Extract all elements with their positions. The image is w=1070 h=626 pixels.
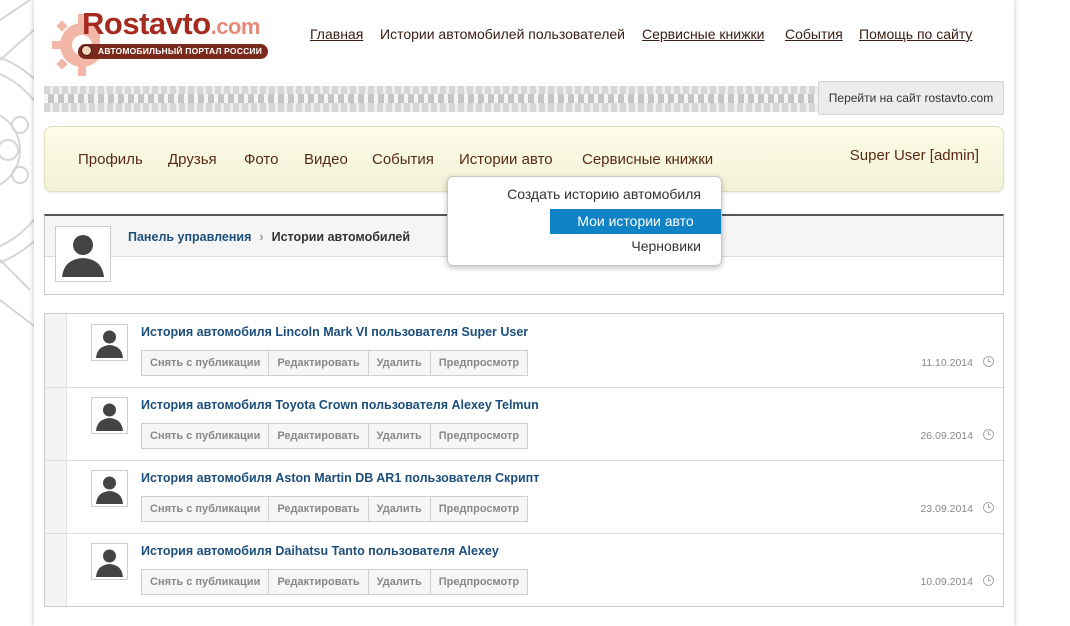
edit-button[interactable]: Редактировать (268, 569, 369, 595)
dropdown-item-my-stories[interactable]: Мои истории авто (550, 209, 721, 234)
dropdown-item-create-story[interactable]: Создать историю автомобиля (507, 186, 701, 202)
breadcrumb-current: Истории автомобилей (271, 230, 411, 244)
menu-item-video[interactable]: Видео (304, 151, 348, 168)
unpublish-button[interactable]: Снять с публикации (141, 350, 270, 376)
story-row: История автомобиля Lincoln Mark VI польз… (45, 314, 1003, 388)
user-silhouette-icon (62, 235, 104, 277)
author-avatar[interactable] (91, 543, 128, 580)
menu-item-profile[interactable]: Профиль (78, 151, 143, 168)
edit-button[interactable]: Редактировать (268, 423, 369, 449)
author-avatar[interactable] (91, 324, 128, 361)
story-actions: Снять с публикации Редактировать Удалить… (141, 423, 529, 449)
story-row: История автомобиля Toyota Crown пользова… (45, 387, 1003, 461)
author-avatar[interactable] (91, 470, 128, 507)
user-silhouette-icon (96, 476, 123, 504)
logo-tagline: АВТОМОБИЛЬНЫЙ ПОРТАЛ РОССИИ (78, 44, 269, 59)
menu-item-friends[interactable]: Друзья (168, 151, 217, 168)
user-avatar[interactable] (55, 226, 111, 282)
logo-wordmark: Rostavto.com (82, 6, 261, 41)
menu-item-service-books[interactable]: Сервисные книжки (582, 151, 713, 168)
topnav-events-link[interactable]: События (785, 26, 843, 42)
clock-icon (983, 429, 994, 440)
clock-icon (983, 575, 994, 586)
story-title-link[interactable]: История автомобиля Aston Martin DB AR1 п… (141, 471, 539, 485)
story-row: История автомобиля Aston Martin DB AR1 п… (45, 460, 1003, 534)
wheel-icon (81, 45, 92, 56)
story-actions: Снять с публикации Редактировать Удалить… (141, 569, 529, 595)
breadcrumb-chevron-icon: › (259, 230, 264, 244)
story-actions: Снять с публикации Редактировать Удалить… (141, 350, 529, 376)
car-stories-list: История автомобиля Lincoln Mark VI польз… (44, 313, 1004, 607)
delete-button[interactable]: Удалить (367, 569, 431, 595)
topnav-service-books-link[interactable]: Сервисные книжки (642, 26, 764, 42)
breadcrumb-control-panel-link[interactable]: Панель управления (128, 230, 251, 244)
preview-button[interactable]: Предпросмотр (429, 423, 529, 449)
user-silhouette-icon (96, 330, 123, 358)
preview-button[interactable]: Предпросмотр (429, 496, 529, 522)
user-silhouette-icon (96, 549, 123, 577)
breadcrumb: Панель управления › Истории автомобилей (128, 230, 410, 244)
clock-icon (983, 356, 994, 367)
preview-button[interactable]: Предпросмотр (429, 569, 529, 595)
delete-button[interactable]: Удалить (367, 423, 431, 449)
story-title-link[interactable]: История автомобиля Daihatsu Tanto пользо… (141, 544, 499, 558)
unpublish-button[interactable]: Снять с публикации (141, 423, 270, 449)
topnav-help-link[interactable]: Помощь по сайту (859, 26, 972, 42)
story-title-link[interactable]: История автомобиля Toyota Crown пользова… (141, 398, 539, 412)
clock-icon (983, 502, 994, 513)
preview-button[interactable]: Предпросмотр (429, 350, 529, 376)
edit-button[interactable]: Редактировать (268, 350, 369, 376)
story-date: 23.09.2014 (920, 503, 973, 515)
unpublish-button[interactable]: Снять с публикации (141, 569, 270, 595)
story-date: 26.09.2014 (920, 430, 973, 442)
tire-tread-decoration (44, 86, 818, 112)
story-row: История автомобиля Daihatsu Tanto пользо… (45, 533, 1003, 606)
topnav-car-stories-link[interactable]: Истории автомобилей пользователей (380, 26, 625, 42)
menu-item-events[interactable]: События (372, 151, 434, 168)
edit-button[interactable]: Редактировать (268, 496, 369, 522)
story-date: 11.10.2014 (921, 357, 973, 369)
story-actions: Снять с публикации Редактировать Удалить… (141, 496, 529, 522)
menu-item-photo[interactable]: Фото (244, 151, 278, 168)
menu-item-car-stories[interactable]: Истории авто (459, 151, 553, 168)
story-date: 10.09.2014 (920, 576, 973, 588)
author-avatar[interactable] (91, 397, 128, 434)
story-title-link[interactable]: История автомобиля Lincoln Mark VI польз… (141, 325, 528, 339)
goto-site-button[interactable]: Перейти на сайт rostavto.com (818, 81, 1004, 115)
user-silhouette-icon (96, 403, 123, 431)
topnav-home-link[interactable]: Главная (310, 26, 363, 42)
current-user-link[interactable]: Super User [admin] (850, 147, 979, 164)
page-container: Rostavto.com АВТОМОБИЛЬНЫЙ ПОРТАЛ РОССИИ… (34, 0, 1014, 626)
site-logo[interactable]: Rostavto.com АВТОМОБИЛЬНЫЙ ПОРТАЛ РОССИИ (52, 6, 312, 82)
unpublish-button[interactable]: Снять с публикации (141, 496, 270, 522)
delete-button[interactable]: Удалить (367, 496, 431, 522)
dropdown-item-drafts[interactable]: Черновики (631, 238, 701, 254)
delete-button[interactable]: Удалить (367, 350, 431, 376)
car-stories-dropdown: Создать историю автомобиля Мои истории а… (447, 176, 722, 266)
